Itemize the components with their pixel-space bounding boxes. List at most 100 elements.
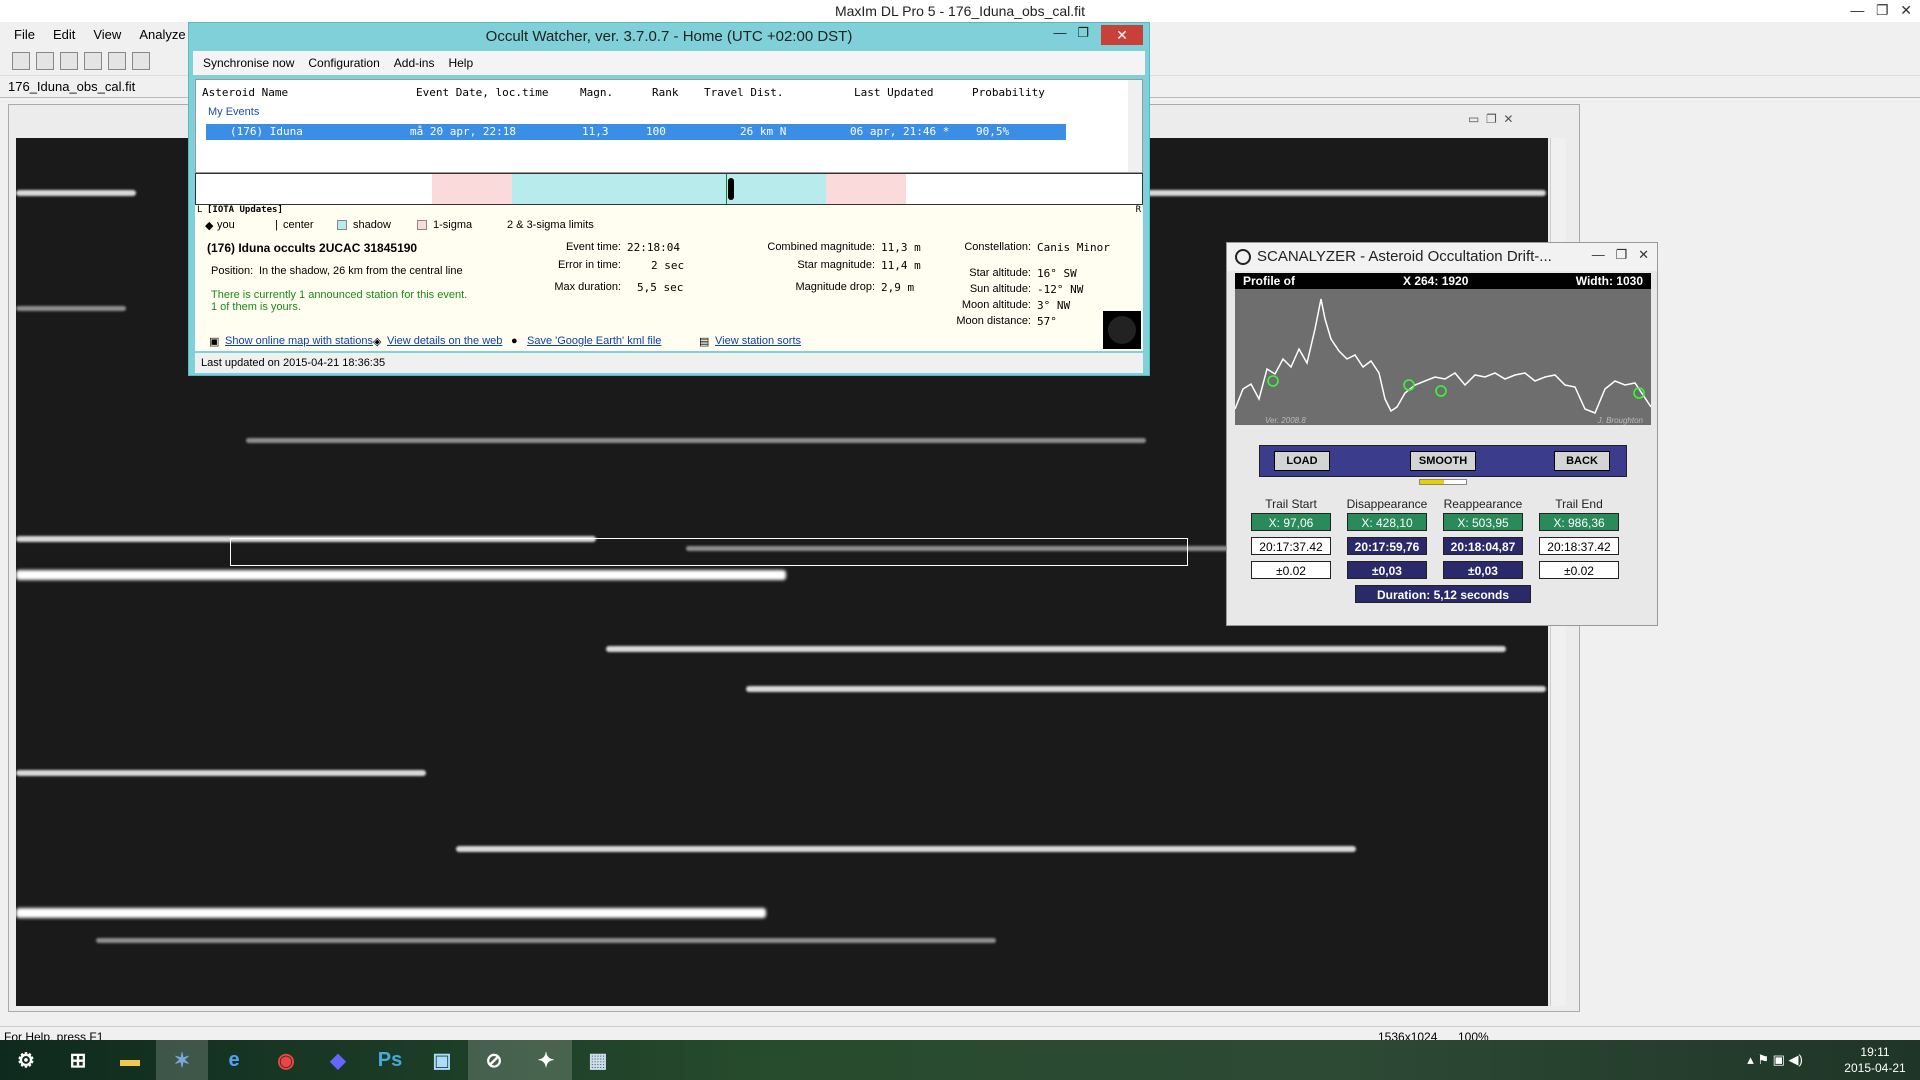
starmag-label: Star magnitude:: [797, 259, 875, 271]
legend-limits: 2 & 3-sigma limits: [507, 219, 594, 231]
tray-icons[interactable]: ▴ ⚑ ▣ ◀): [1720, 1040, 1830, 1080]
col-probability[interactable]: Probability: [972, 86, 1045, 99]
legend-shadow: shadow: [353, 219, 391, 231]
light-curve-graph[interactable]: Profile of X 264: 1920 Width: 1030 Ver. …: [1235, 273, 1651, 425]
my-events-group[interactable]: My Events: [208, 106, 259, 118]
image-icon[interactable]: [108, 51, 126, 70]
disappearance-label: Disappearance: [1346, 497, 1428, 511]
trail-end-err[interactable]: ±0.02: [1539, 561, 1619, 579]
col-rank[interactable]: Rank: [652, 86, 679, 99]
combmag-value: 11,3 m: [881, 241, 921, 254]
save-icon[interactable]: [36, 51, 54, 70]
redo-icon[interactable]: [84, 51, 102, 70]
col-travel-dist[interactable]: Travel Dist.: [704, 86, 783, 99]
calculator-icon[interactable]: ▦: [572, 1040, 624, 1080]
reappearance-marker[interactable]: [1435, 385, 1447, 397]
magdrop-label: Magnitude drop:: [795, 281, 876, 293]
load-button[interactable]: LOAD: [1274, 451, 1330, 471]
occult-close-button[interactable]: ✕: [1101, 25, 1143, 45]
row-name: (176) Iduna: [230, 125, 303, 138]
chrome-icon[interactable]: ◉: [260, 1040, 312, 1080]
open-icon[interactable]: [12, 51, 30, 70]
legend-you: you: [217, 219, 235, 231]
app-titlebar: MaxIm DL Pro 5 - 176_Iduna_obs_cal.fit: [0, 0, 1920, 22]
internet-explorer-icon[interactable]: e: [208, 1040, 260, 1080]
cube-app-icon[interactable]: ◆: [312, 1040, 364, 1080]
occult-watcher-window: Occult Watcher, ver. 3.7.0.7 - Home (UTC…: [188, 22, 1150, 376]
google-earth-link[interactable]: Save 'Google Earth' kml file: [527, 335, 661, 347]
col-event-date[interactable]: Event Date, loc.time: [416, 86, 548, 99]
last-updated-status: Last updated on 2015-04-21 18:36:35: [201, 357, 386, 369]
position-label: Position:: [211, 265, 254, 277]
menu-edit[interactable]: Edit: [53, 27, 75, 42]
trail-start-err[interactable]: ±0.02: [1251, 561, 1331, 579]
menu-analyze[interactable]: Analyze: [139, 27, 185, 42]
trail-start-marker[interactable]: [1267, 375, 1279, 387]
col-magn[interactable]: Magn.: [580, 86, 613, 99]
web-details-link[interactable]: View details on the web: [387, 335, 502, 347]
app-window-controls[interactable]: — ❐ ✕: [1850, 2, 1912, 19]
duration-readout: Duration: 5,12 seconds: [1355, 585, 1531, 603]
occult-watcher-icon[interactable]: ▣: [416, 1040, 468, 1080]
reappearance-x: X: 503,95: [1443, 513, 1523, 531]
image-window-controls[interactable]: ▭ ❐ ✕: [1468, 112, 1556, 130]
app-title: MaxIm DL Pro 5 - 176_Iduna_obs_cal.fit: [834, 3, 1086, 19]
scanalyzer-window-controls[interactable]: — ❐ ✕: [1592, 247, 1649, 263]
disappearance-marker[interactable]: [1403, 379, 1415, 391]
smooth-slider[interactable]: [1419, 479, 1467, 485]
legend-you-icon: ◆: [205, 220, 214, 232]
graph-head-mid: X 264: 1920: [1403, 274, 1469, 288]
events-list-scrollbar[interactable]: [1128, 80, 1142, 172]
graph-legend: L [IOTA Updates] R ◆ you | center shadow…: [195, 205, 1143, 235]
undo-icon[interactable]: [60, 51, 78, 70]
document-tab[interactable]: 176_Iduna_obs_cal.fit: [8, 79, 135, 94]
trail-end-time[interactable]: 20:18:37.42: [1539, 537, 1619, 555]
configuration-button[interactable]: Configuration: [308, 56, 379, 70]
occult-statusbar: Last updated on 2015-04-21 18:36:35: [195, 353, 1143, 373]
light-curve-svg: [1235, 298, 1651, 414]
clock[interactable]: 19:11 2015-04-21: [1830, 1044, 1920, 1076]
menu-file[interactable]: File: [14, 27, 35, 42]
col-last-updated[interactable]: Last Updated: [854, 86, 933, 99]
row-probability: 90,5%: [976, 125, 1010, 138]
camera-icon[interactable]: [132, 51, 150, 70]
smooth-button[interactable]: SMOOTH: [1410, 451, 1476, 471]
taskbar: ⚙ ⊞ ▬ ✶ e ◉ ◆ Ps ▣ ⊘ ✦ ▦ ▴ ⚑ ▣ ◀) 19:11 …: [0, 1040, 1920, 1080]
back-button[interactable]: BACK: [1554, 451, 1610, 471]
star-alt-label: Star altitude:: [969, 267, 1031, 279]
online-map-link[interactable]: Show online map with stations: [225, 335, 373, 347]
station-sorts-link[interactable]: View station sorts: [715, 335, 801, 347]
you-marker-icon: [728, 178, 734, 200]
sync-now-button[interactable]: Synchronise now: [203, 56, 294, 70]
trail-start-time[interactable]: 20:17:37.42: [1251, 537, 1331, 555]
occult-minmax-controls[interactable]: — ❐: [1054, 25, 1090, 41]
trail-end-x: X: 986,36: [1539, 513, 1619, 531]
legend-center-icon: |: [275, 219, 278, 231]
globe-icon: ●: [511, 335, 518, 347]
scanalyzer-button-bar: LOAD SMOOTH BACK: [1259, 445, 1627, 477]
scanalyzer-icon[interactable]: ⊘: [468, 1040, 520, 1080]
file-explorer-icon[interactable]: ▬: [104, 1040, 156, 1080]
windows-start-icon[interactable]: ⊞: [52, 1040, 104, 1080]
help-menu[interactable]: Help: [448, 56, 473, 70]
clock-time: 19:11: [1860, 1045, 1890, 1059]
stations-line-2: 1 of them is yours.: [211, 301, 301, 313]
sun-alt-label: Sun altitude:: [969, 283, 1031, 295]
row-magn: 11,3: [582, 125, 609, 138]
trail-selection-box[interactable]: [230, 538, 1188, 566]
maxim-dl-icon[interactable]: ✶: [156, 1040, 208, 1080]
disappearance-err: ±0,03: [1347, 561, 1427, 579]
event-row[interactable]: (176) Iduna må 20 apr, 22:18 11,3 100 26…: [206, 124, 1066, 140]
menu-view[interactable]: View: [93, 27, 121, 42]
settings-gear-icon[interactable]: ⚙: [0, 1040, 52, 1080]
addins-menu[interactable]: Add-ins: [394, 56, 435, 70]
graph-head-left: Profile of: [1243, 274, 1296, 288]
col-asteroid-name[interactable]: Asteroid Name: [202, 86, 288, 99]
iota-updates-label: [IOTA Updates]: [207, 205, 283, 215]
telescope-icon[interactable]: ✦: [520, 1040, 572, 1080]
photoshop-icon[interactable]: Ps: [364, 1040, 416, 1080]
row-travel: 26 km N: [740, 125, 787, 138]
graph-left-label: L: [197, 205, 203, 215]
map-link-icon: ▣: [209, 336, 220, 348]
legend-sigma-swatch: [417, 220, 427, 230]
